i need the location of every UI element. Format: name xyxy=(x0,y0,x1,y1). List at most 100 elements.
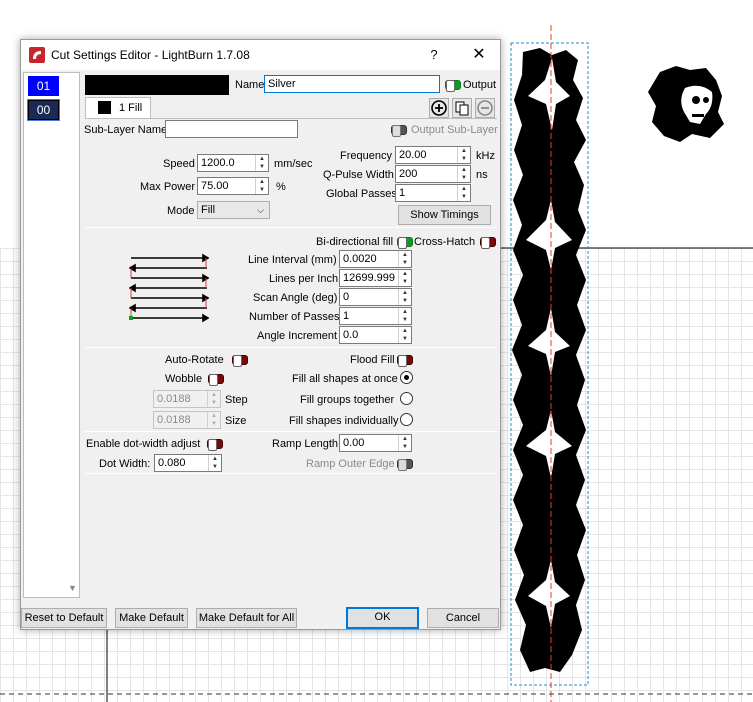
speed-spinbox[interactable]: 1200.0 ▲ ▼ xyxy=(197,154,269,172)
fill-shapes-individually-label: Fill shapes individually xyxy=(289,415,399,427)
fill-pattern-preview-icon xyxy=(129,253,209,323)
plus-circle-icon xyxy=(431,100,447,116)
dot-width-adjust-toggle[interactable] xyxy=(207,439,223,451)
fill-shapes-individually-radio[interactable] xyxy=(400,413,413,426)
speed-label: Speed xyxy=(163,158,195,170)
ramp-length-spinbox[interactable]: 0.00 ▲ ▼ xyxy=(339,434,412,452)
cut-settings-dialog: Cut Settings Editor - LightBurn 1.7.08 ?… xyxy=(20,39,501,630)
qpulse-spinbox[interactable]: 200 ▲ ▼ xyxy=(395,165,471,183)
speed-unit: mm/sec xyxy=(274,158,313,170)
scan-angle-label: Scan Angle (deg) xyxy=(253,292,338,304)
qpulse-label: Q-Pulse Width xyxy=(323,169,394,181)
qpulse-unit: ns xyxy=(476,169,488,181)
frequency-unit: kHz xyxy=(476,150,495,162)
number-of-passes-value: 1 xyxy=(343,310,350,322)
bidirectional-fill-label: Bi-directional fill xyxy=(316,236,394,248)
size-label: Size xyxy=(225,415,247,427)
sublayer-name-label: Sub-Layer Name xyxy=(84,124,168,136)
layer-item-01[interactable]: 01 xyxy=(28,76,59,96)
max-power-spinbox[interactable]: 75.00 ▲ ▼ xyxy=(197,177,269,195)
ramp-outer-edge-label: Ramp Outer Edge xyxy=(306,458,395,470)
fill-all-shapes-radio[interactable] xyxy=(400,371,413,384)
max-power-value: 75.00 xyxy=(201,180,229,192)
fill-all-shapes-label: Fill all shapes at once xyxy=(292,373,398,385)
cross-hatch-label: Cross-Hatch xyxy=(414,236,476,248)
scan-angle-spinbox[interactable]: 0 ▲ ▼ xyxy=(339,288,412,306)
separator xyxy=(85,431,497,432)
tab-color-swatch xyxy=(98,101,111,114)
size-spinbox[interactable]: 0.0188 ▲ ▼ xyxy=(153,411,221,429)
separator xyxy=(85,347,497,348)
number-of-passes-spinbox[interactable]: 1 ▲ ▼ xyxy=(339,307,412,325)
mode-value: Fill xyxy=(201,204,216,216)
wobble-toggle[interactable] xyxy=(208,374,224,386)
title-bar[interactable]: Cut Settings Editor - LightBurn 1.7.08 ?… xyxy=(21,40,500,70)
global-passes-spinbox[interactable]: 1 ▲ ▼ xyxy=(395,184,471,202)
output-sublayer-label: Output Sub-Layer xyxy=(411,124,498,136)
ramp-length-value: 0.00 xyxy=(343,437,365,449)
global-passes-value: 1 xyxy=(399,187,406,199)
show-timings-button[interactable]: Show Timings xyxy=(398,205,491,225)
duplicate-sublayer-button[interactable] xyxy=(452,98,472,118)
step-label: Step xyxy=(225,394,248,406)
mode-select[interactable]: Fill ⌵ xyxy=(197,201,270,219)
reset-to-default-button[interactable]: Reset to Default xyxy=(21,608,107,628)
frequency-value: 20.00 xyxy=(399,149,427,161)
bidirectional-fill-toggle[interactable] xyxy=(397,237,413,249)
step-value: 0.0188 xyxy=(157,393,191,405)
layer-name-input[interactable]: Silver xyxy=(264,75,440,93)
chevron-down-icon[interactable]: ▼ xyxy=(68,583,77,593)
mode-label: Mode xyxy=(167,205,195,217)
minus-circle-icon xyxy=(477,100,493,116)
auto-rotate-label: Auto-Rotate xyxy=(165,354,224,366)
power-unit: % xyxy=(276,181,286,193)
frequency-spinbox[interactable]: 20.00 ▲ ▼ xyxy=(395,146,471,164)
skull-splatter-artwork xyxy=(648,66,724,142)
dot-width-adjust-label: Enable dot-width adjust xyxy=(86,438,201,450)
step-spinbox[interactable]: 0.0188 ▲ ▼ xyxy=(153,390,221,408)
size-value: 0.0188 xyxy=(157,414,191,426)
lines-per-inch-value: 12699.999 xyxy=(343,272,395,284)
output-sublayer-toggle[interactable] xyxy=(391,125,407,137)
global-passes-label: Global Passes xyxy=(326,188,397,200)
ramp-outer-edge-toggle[interactable] xyxy=(397,459,413,471)
close-button[interactable]: ✕ xyxy=(461,44,497,66)
cancel-button[interactable]: Cancel xyxy=(427,608,499,628)
line-interval-spinbox[interactable]: 0.0020 ▲ ▼ xyxy=(339,250,412,268)
lines-per-inch-label: Lines per Inch xyxy=(269,273,339,285)
separator xyxy=(85,227,497,228)
lines-per-inch-spinbox[interactable]: 12699.999 ▲ ▼ xyxy=(339,269,412,287)
name-label: Name xyxy=(235,79,265,91)
add-sublayer-button[interactable] xyxy=(429,98,449,118)
line-interval-label: Line Interval (mm) xyxy=(248,254,337,266)
dot-width-label: Dot Width: xyxy=(99,458,151,470)
tab-label: 1 Fill xyxy=(119,102,143,114)
cross-hatch-toggle[interactable] xyxy=(480,237,496,249)
dot-width-spinbox[interactable]: 0.080 ▲ ▼ xyxy=(154,454,222,472)
output-label: Output xyxy=(463,79,497,91)
flood-fill-toggle[interactable] xyxy=(397,355,413,367)
fill-groups-together-label: Fill groups together xyxy=(300,394,395,406)
ok-button[interactable]: OK xyxy=(346,607,419,629)
make-default-button[interactable]: Make Default xyxy=(115,608,188,628)
auto-rotate-toggle[interactable] xyxy=(232,355,248,367)
angle-increment-spinbox[interactable]: 0.0 ▲ ▼ xyxy=(339,326,412,344)
make-default-for-all-button[interactable]: Make Default for All xyxy=(196,608,297,628)
output-toggle[interactable] xyxy=(445,80,461,92)
number-of-passes-label: Number of Passes xyxy=(249,311,340,323)
ramp-length-label: Ramp Length xyxy=(272,438,339,450)
separator xyxy=(85,473,497,474)
fill-groups-together-radio[interactable] xyxy=(400,392,413,405)
layer-color-swatch[interactable] xyxy=(85,75,229,95)
remove-sublayer-button[interactable] xyxy=(475,98,495,118)
layer-item-00[interactable]: 00 xyxy=(27,99,60,121)
wobble-label: Wobble xyxy=(165,373,203,385)
lightburn-app-icon xyxy=(29,47,45,63)
flood-fill-label: Flood Fill xyxy=(350,354,395,366)
tab-1-fill[interactable]: 1 Fill xyxy=(85,97,151,119)
layer-list[interactable]: 01 00 ▼ xyxy=(23,72,80,598)
help-button[interactable]: ? xyxy=(421,44,447,66)
chevron-down-icon: ⌵ xyxy=(257,205,264,215)
line-interval-value: 0.0020 xyxy=(343,253,377,265)
sublayer-name-input[interactable] xyxy=(165,120,298,138)
